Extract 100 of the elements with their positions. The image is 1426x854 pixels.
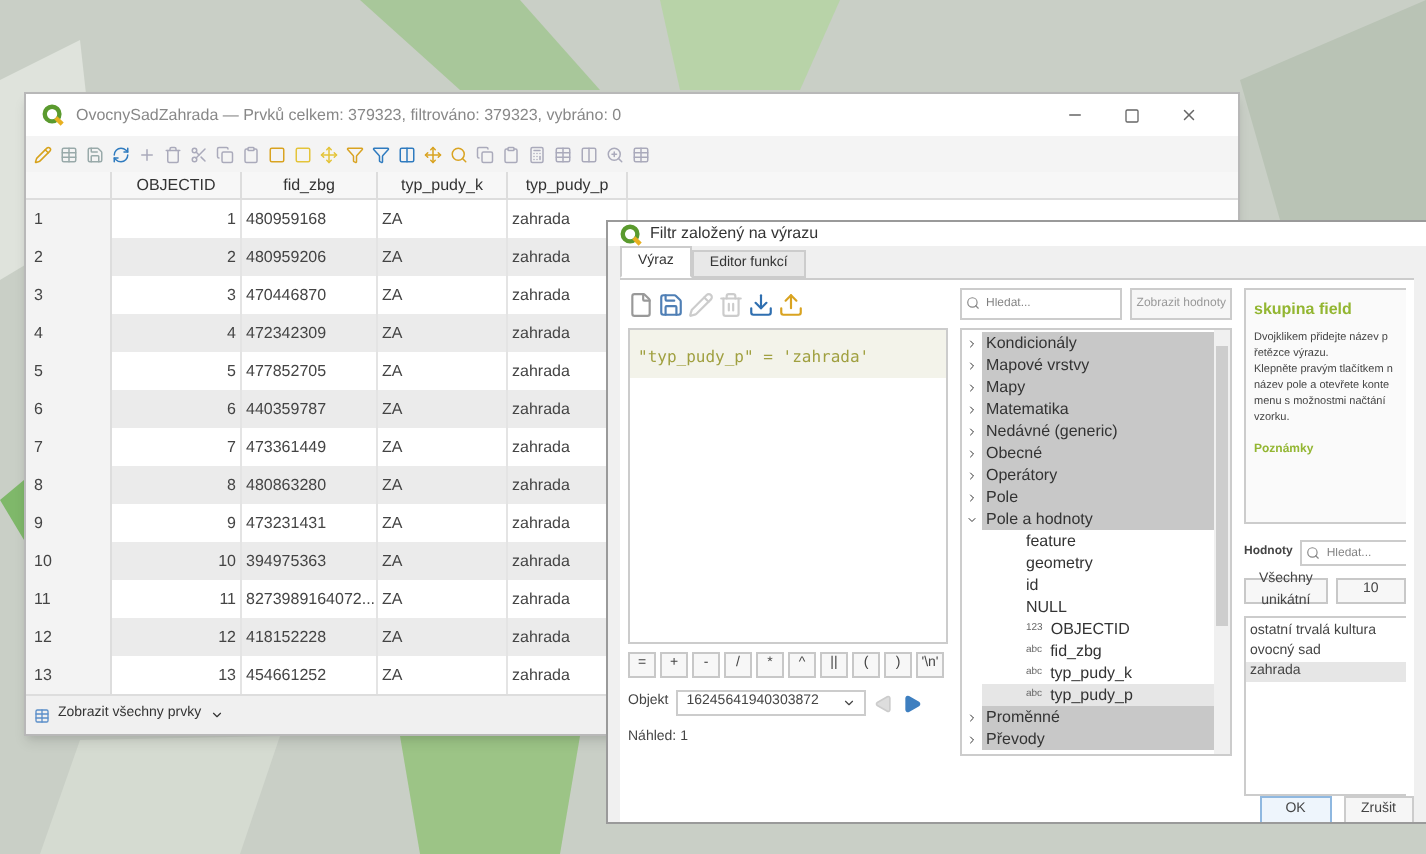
expression-text: "typ_pudy_p" = 'zahrada': [638, 348, 870, 366]
tree-item-label: Nedávné (generic): [986, 423, 1118, 439]
tree-item-label: Proměnné: [986, 709, 1060, 725]
row-number[interactable]: 2: [26, 238, 112, 276]
columns-icon[interactable]: [580, 145, 598, 163]
save-icon[interactable]: [86, 145, 104, 163]
tree-item-label: Kondicionály: [986, 335, 1077, 351]
table-icon: [34, 707, 50, 723]
search-icon[interactable]: [450, 145, 468, 163]
new-file-icon[interactable]: [628, 291, 654, 317]
tree-item[interactable]: Pole: [982, 486, 1214, 508]
pan-icon[interactable]: [424, 145, 442, 163]
caret-down-icon[interactable]: [966, 513, 978, 525]
download-icon[interactable]: [748, 291, 774, 317]
tree-item[interactable]: geometry: [982, 552, 1214, 574]
save-icon[interactable]: [658, 291, 684, 317]
tree-item[interactable]: Převody: [982, 728, 1214, 750]
column-header[interactable]: OBJECTID: [112, 172, 242, 198]
delete-icon[interactable]: [164, 145, 182, 163]
table-icon[interactable]: [554, 145, 572, 163]
dropdown-caret-icon: [209, 708, 224, 722]
row-number[interactable]: 7: [26, 428, 112, 466]
caret-right-icon[interactable]: [966, 403, 978, 415]
refresh-icon[interactable]: [112, 145, 130, 163]
row-number[interactable]: 1: [26, 200, 112, 238]
row-number[interactable]: 5: [26, 352, 112, 390]
tree-item[interactable]: Nedávné (generic): [982, 420, 1214, 442]
table-icon[interactable]: [632, 145, 650, 163]
row-number[interactable]: 10: [26, 542, 112, 580]
caret-right-icon[interactable]: [966, 491, 978, 503]
paste-icon[interactable]: [502, 145, 520, 163]
tree-item[interactable]: Obecné: [982, 442, 1214, 464]
columns-icon[interactable]: [398, 145, 416, 163]
tree-item[interactable]: Mapy: [982, 376, 1214, 398]
maximize-icon[interactable]: [1124, 107, 1140, 123]
caret-right-icon[interactable]: [966, 469, 978, 481]
row-number[interactable]: 8: [26, 466, 112, 504]
tree-item-label: Obecné: [986, 445, 1043, 461]
tree-item[interactable]: feature: [982, 530, 1214, 552]
search-icon: [1306, 546, 1321, 560]
tree-item-label: id: [1026, 577, 1039, 593]
table-icon[interactable]: [60, 145, 78, 163]
row-number[interactable]: 4: [26, 314, 112, 352]
tree-item-label: OBJECTID: [1050, 621, 1130, 637]
tree-item[interactable]: id: [982, 574, 1214, 596]
scrollbar[interactable]: [1214, 330, 1230, 754]
tree-item[interactable]: Matematika: [982, 398, 1214, 420]
dialog-title: Filtr založený na výrazu: [650, 222, 819, 246]
tree-item-label: Převody: [986, 731, 1045, 747]
dropdown-caret-icon: [842, 696, 857, 710]
row-number[interactable]: 9: [26, 504, 112, 542]
paste-icon[interactable]: [242, 145, 260, 163]
app-logo-icon: [620, 223, 642, 245]
caret-right-icon[interactable]: [966, 381, 978, 393]
caret-right-icon[interactable]: [966, 711, 978, 723]
caret-right-icon[interactable]: [966, 337, 978, 349]
search-icon: [966, 296, 980, 310]
row-number[interactable]: 11: [26, 580, 112, 618]
close-icon[interactable]: [1180, 106, 1198, 124]
tree-item[interactable]: Operátory: [982, 464, 1214, 486]
copy-icon[interactable]: [216, 145, 234, 163]
move-icon[interactable]: [320, 145, 338, 163]
filter-icon[interactable]: [372, 145, 390, 163]
tree-item[interactable]: Pole a hodnoty: [982, 508, 1214, 530]
column-header[interactable]: typ_pudy_p: [508, 172, 628, 198]
tree-item-label: NULL: [1026, 599, 1067, 615]
app-logo-icon: [42, 104, 64, 126]
row-number[interactable]: 3: [26, 276, 112, 314]
tree-item[interactable]: Proměnné: [982, 706, 1214, 728]
tree-item-label: geometry: [1026, 555, 1093, 571]
plus-icon[interactable]: [138, 145, 156, 163]
caret-right-icon[interactable]: [966, 447, 978, 459]
square-icon[interactable]: [294, 145, 312, 163]
tree-item-label: fid_zbg: [1050, 643, 1102, 659]
caret-right-icon[interactable]: [966, 359, 978, 371]
previous-arrow-icon[interactable]: [874, 693, 895, 713]
tree-item[interactable]: NULL: [982, 596, 1214, 618]
caret-right-icon[interactable]: [966, 425, 978, 437]
caret-right-icon[interactable]: [966, 733, 978, 745]
filter-icon[interactable]: [346, 145, 364, 163]
next-arrow-icon[interactable]: [902, 693, 923, 713]
tree-item-label: Matematika: [986, 401, 1069, 417]
row-number[interactable]: 12: [26, 618, 112, 656]
tree-item-label: Pole a hodnoty: [986, 511, 1093, 527]
row-number[interactable]: 13: [26, 656, 112, 694]
tree-item[interactable]: Kondicionály: [982, 332, 1214, 354]
tree-item-label: Mapy: [986, 379, 1026, 395]
square-icon[interactable]: [268, 145, 286, 163]
scissors-icon[interactable]: [190, 145, 208, 163]
column-header[interactable]: typ_pudy_k: [378, 172, 508, 198]
zoom-icon[interactable]: [606, 145, 624, 163]
column-header[interactable]: fid_zbg: [242, 172, 378, 198]
upload-icon[interactable]: [778, 291, 804, 317]
tree-item-label: Mapové vrstvy: [986, 357, 1090, 373]
copy-icon[interactable]: [476, 145, 494, 163]
tree-item-label: Operátory: [986, 467, 1058, 483]
calculator-icon[interactable]: [528, 145, 546, 163]
pencil-icon[interactable]: [34, 145, 52, 163]
tree-item[interactable]: Mapové vrstvy: [982, 354, 1214, 376]
row-number[interactable]: 6: [26, 390, 112, 428]
